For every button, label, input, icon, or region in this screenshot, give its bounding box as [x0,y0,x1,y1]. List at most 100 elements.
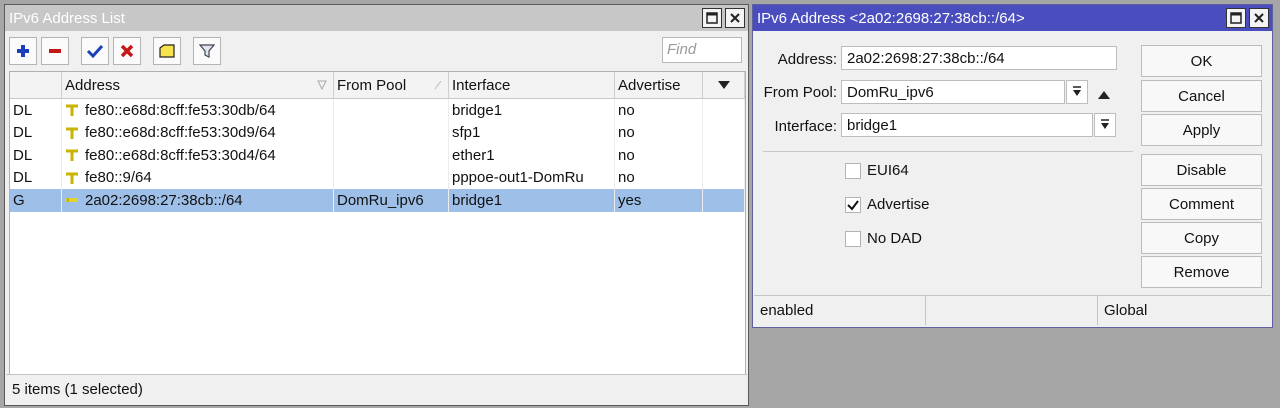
remove-button[interactable] [41,37,69,65]
table-row[interactable]: DL fe80::e68d:8cff:fe53:30db/64 bridge1 … [10,99,745,122]
column-header-interface[interactable]: Interface [449,72,615,98]
interface-label: Interface: [774,118,837,135]
table-row[interactable]: DL fe80::e68d:8cff:fe53:30d4/64 ether1 n… [10,144,745,167]
no-dad-checkbox[interactable]: No DAD [845,230,922,247]
row-flags: G [10,189,62,212]
row-flags: DL [10,144,62,167]
column-header-advertise[interactable]: Advertise [615,72,703,98]
row-flags: DL [10,99,62,122]
address-pin-icon [66,127,78,139]
address-input[interactable]: 2a02:2698:27:38cb::/64 [841,46,1117,70]
from-pool-label: From Pool: [763,84,837,101]
interface-dropdown-button[interactable] [1094,113,1116,137]
ok-button[interactable]: OK [1141,45,1262,77]
advertise-checkbox[interactable]: Advertise [845,196,930,213]
cancel-button[interactable]: Cancel [1141,80,1262,112]
close-icon [1254,13,1264,23]
disable-button[interactable] [113,37,141,65]
maximize-icon [706,12,718,24]
ipv6-address-list-window: IPv6 Address List Find Address From Pool… [4,4,749,406]
row-interface: bridge1 [449,189,615,212]
address-pin-icon [66,172,78,184]
sort-desc-icon [317,80,327,90]
checkbox-box[interactable] [845,196,861,213]
plus-icon [17,45,29,57]
row-advertise: yes [615,189,703,212]
row-flags: DL [10,166,62,189]
collapse-field-button[interactable] [1097,87,1111,104]
table-row-selected[interactable]: G 2a02:2698:27:38cb::/64 DomRu_ipv6 brid… [10,189,745,212]
close-icon [730,13,740,23]
row-advertise: no [615,121,703,144]
row-address: fe80::e68d:8cff:fe53:30db/64 [62,99,334,122]
edit-window-titlebar[interactable]: IPv6 Address <2a02:2698:27:38cb::/64> [753,5,1272,31]
table-row[interactable]: DL fe80::e68d:8cff:fe53:30d9/64 sfp1 no [10,121,745,144]
row-address: fe80::e68d:8cff:fe53:30d4/64 [62,144,334,167]
close-button[interactable] [725,8,745,28]
maximize-button[interactable] [702,8,722,28]
table-row[interactable]: DL fe80::9/64 pppoe-out1-DomRu no [10,166,745,189]
column-chooser-button[interactable] [703,72,745,98]
edit-window-title: IPv6 Address <2a02:2698:27:38cb::/64> [757,9,1025,27]
triangle-up-icon [1098,91,1110,99]
checkbox-box[interactable] [845,162,861,179]
chevron-down-icon [717,81,730,89]
from-pool-dropdown-button[interactable] [1066,80,1088,104]
list-window-title: IPv6 Address List [9,9,125,27]
row-address: fe80::e68d:8cff:fe53:30d9/64 [62,121,334,144]
comment-button[interactable] [153,37,181,65]
filter-button[interactable] [193,37,221,65]
list-status-bar: 5 items (1 selected) [6,374,747,404]
status-middle [926,296,1098,325]
from-pool-select[interactable]: DomRu_ipv6 [841,80,1065,104]
row-pool [334,166,449,189]
row-pool [334,99,449,122]
column-header-flags[interactable] [10,72,62,98]
row-address: fe80::9/64 [62,166,334,189]
eui64-checkbox[interactable]: EUI64 [845,162,909,179]
checkbox-box[interactable] [845,230,861,247]
address-label: Address: [777,51,837,68]
row-pool: DomRu_ipv6 [334,189,449,212]
apply-button[interactable]: Apply [1141,114,1262,146]
disable-button[interactable]: Disable [1141,154,1262,186]
row-flags: DL [10,121,62,144]
maximize-icon [1230,12,1242,24]
table-header: Address From Pool Interface Advertise [10,72,745,99]
row-interface: pppoe-out1-DomRu [449,166,615,189]
global-address-icon [66,198,78,203]
maximize-button[interactable] [1226,8,1246,28]
row-interface: bridge1 [449,99,615,122]
row-advertise: no [615,166,703,189]
list-window-titlebar[interactable]: IPv6 Address List [5,5,748,31]
row-pool [334,144,449,167]
comment-button[interactable]: Comment [1141,188,1262,220]
row-pool [334,121,449,144]
add-button[interactable] [9,37,37,65]
ipv6-address-edit-window: IPv6 Address <2a02:2698:27:38cb::/64> Ad… [752,4,1273,328]
row-address: 2a02:2698:27:38cb::/64 [62,189,334,212]
copy-button[interactable]: Copy [1141,222,1262,254]
row-advertise: no [615,144,703,167]
checkmark-icon [847,199,859,211]
filter-icon [199,44,215,58]
dropdown-arrow-icon [1101,119,1109,129]
dropdown-arrow-icon [1073,86,1081,96]
enable-button[interactable] [81,37,109,65]
cross-icon [120,44,134,58]
checkmark-icon [86,44,104,59]
note-icon [159,44,175,58]
list-toolbar: Find [5,31,748,69]
find-input[interactable]: Find [662,37,742,63]
column-header-address[interactable]: Address [62,72,334,98]
status-enabled: enabled [754,296,926,325]
status-scope: Global [1104,302,1148,319]
row-interface: sfp1 [449,121,615,144]
column-resize-icon [434,80,442,90]
column-header-from-pool[interactable]: From Pool [334,72,449,98]
close-button[interactable] [1249,8,1269,28]
minus-icon [49,49,61,53]
interface-select[interactable]: bridge1 [841,113,1093,137]
address-table: Address From Pool Interface Advertise DL… [9,71,746,375]
remove-button[interactable]: Remove [1141,256,1262,288]
